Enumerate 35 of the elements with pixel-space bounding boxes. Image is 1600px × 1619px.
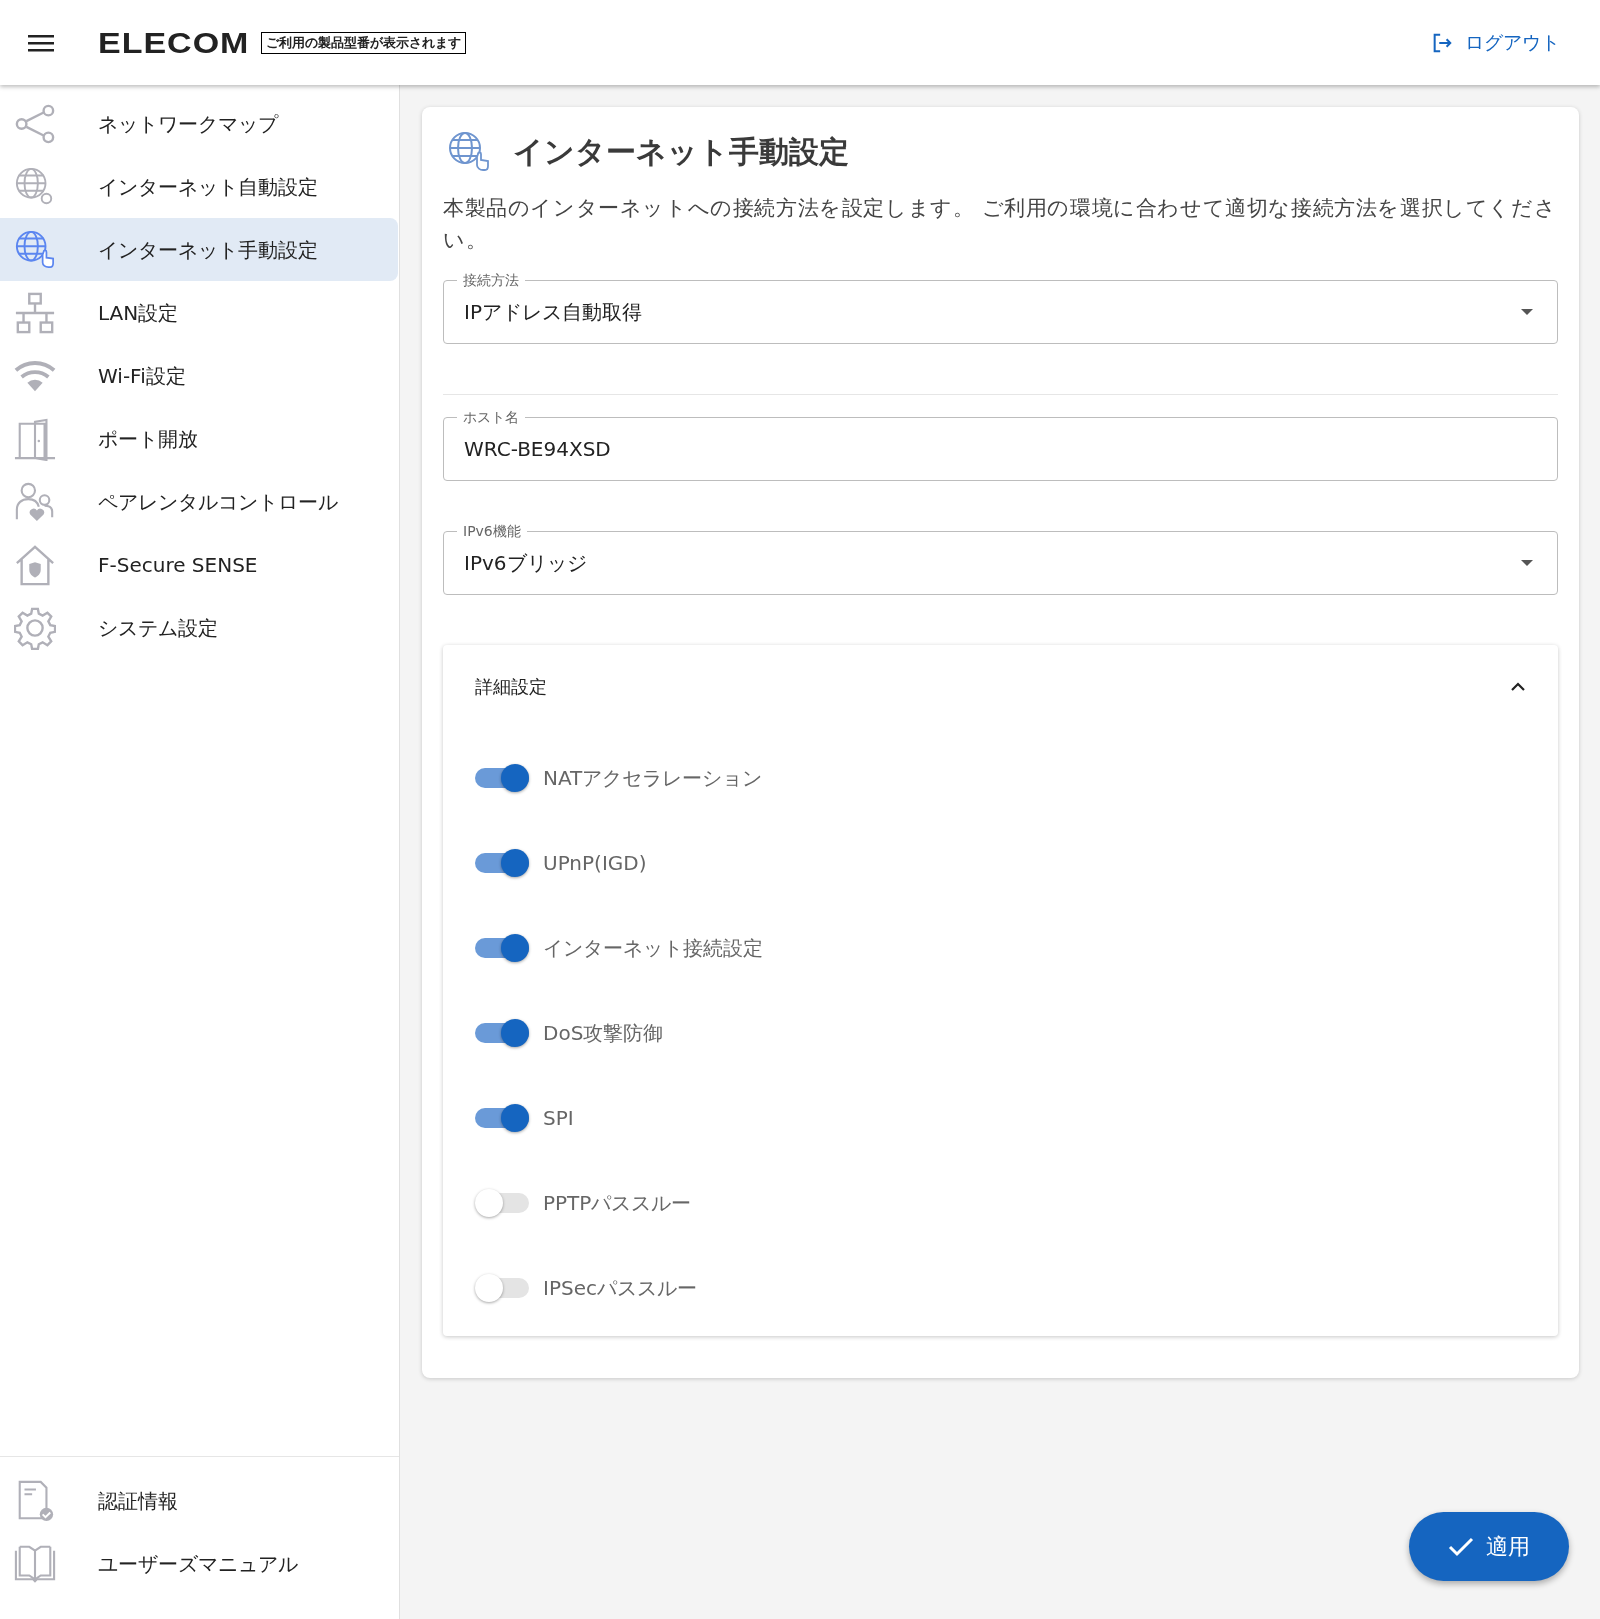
toggle-label: SPI xyxy=(543,1104,574,1132)
sidebar-item[interactable]: F-Secure SENSE xyxy=(0,533,398,596)
logout-link[interactable]: ログアウト xyxy=(1431,28,1560,57)
check-icon xyxy=(1448,1536,1474,1557)
menu-icon[interactable] xyxy=(28,32,54,53)
logo: ELECOM xyxy=(98,28,250,57)
dropdown-arrow-icon xyxy=(1521,309,1533,315)
advanced-header[interactable]: 詳細設定 xyxy=(443,645,1558,727)
toggle-label: PPTPパススルー xyxy=(543,1189,692,1217)
sidebar-item[interactable]: LAN設定 xyxy=(0,281,398,344)
sidebar-item[interactable]: ユーザーズマニュアル xyxy=(0,1532,399,1595)
sidebar-item[interactable]: Wi-Fi設定 xyxy=(0,344,398,407)
toggle-label: NATアクセラレーション xyxy=(543,764,763,792)
toggle-label: DoS攻撃防御 xyxy=(543,1019,664,1047)
model-badge: ご利用の製品型番が表示されます xyxy=(261,31,467,54)
logout-icon xyxy=(1431,31,1453,54)
apply-button[interactable]: 適用 xyxy=(1409,1512,1569,1581)
settings-icon xyxy=(14,605,56,650)
sidebar-item[interactable]: インターネット自動設定 xyxy=(0,155,398,218)
sidebar-item[interactable]: ポート開放 xyxy=(0,407,398,470)
globe-hand-icon xyxy=(447,129,491,174)
chevron-icon xyxy=(1510,681,1526,691)
network-icon xyxy=(14,290,56,335)
sidebar-item[interactable]: ペアレンタルコントロール xyxy=(0,470,398,533)
description: 本製品のインターネットへの接続方法を設定します。 ご利用の環境に合わせて適切な接続方法を選択してください。 xyxy=(443,195,1558,254)
toggle-label: UPnP(IGD) xyxy=(543,849,647,877)
toggle-label: インターネット接続設定 xyxy=(543,934,763,962)
sidebar-item[interactable]: インターネット手動設定 xyxy=(0,218,398,281)
door-icon xyxy=(14,416,56,461)
toggle-label: IPSecパススルー xyxy=(543,1274,697,1302)
sidebar-item[interactable]: 認証情報 xyxy=(0,1469,399,1532)
sidebar-item[interactable]: ネットワークマップ xyxy=(0,92,398,155)
sidebar-item[interactable]: システム設定 xyxy=(0,596,398,659)
dropdown-arrow-icon xyxy=(1521,560,1533,566)
page-title: インターネット手動設定 xyxy=(513,133,849,171)
